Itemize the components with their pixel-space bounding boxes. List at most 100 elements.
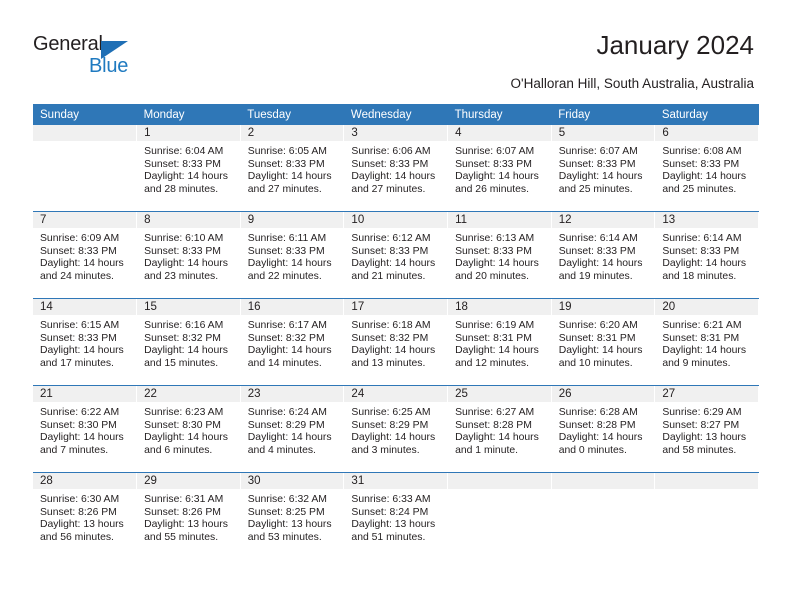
daylight-duration-line1: Daylight: 14 hours	[40, 258, 124, 270]
daylight-duration-line1: Daylight: 14 hours	[662, 258, 747, 270]
calendar-week-row: 14 Sunrise: 6:15 AM Sunset: 8:33 PM Dayligh…	[33, 298, 759, 386]
calendar-day-cell[interactable]: 2 Sunrise: 6:05 AM Sunset: 8:33 PM Daylight…	[240, 125, 345, 212]
weekday-header-friday: Friday	[551, 104, 655, 125]
daylight-duration-line2: and 56 minutes.	[40, 531, 114, 543]
day-number: 5	[551, 125, 655, 141]
daylight-duration-line1: Daylight: 14 hours	[558, 432, 643, 444]
daylight-duration-line2: and 20 minutes.	[455, 270, 529, 282]
calendar-day-cell[interactable]: 17 Sunrise: 6:18 AM Sunset: 8:32 PM Dayligh…	[343, 298, 449, 386]
calendar-week-row: 21 Sunrise: 6:22 AM Sunset: 8:30 PM Dayligh…	[33, 385, 759, 473]
sunrise-time: Sunrise: 6:28 AM	[558, 407, 638, 418]
calendar-day-cell[interactable]: 3 Sunrise: 6:06 AM Sunset: 8:33 PM Daylight…	[343, 125, 449, 212]
day-number: 27	[655, 386, 758, 402]
calendar-day-cell[interactable]: 31 Sunrise: 6:33 AM Sunset: 8:24 PM Dayligh…	[343, 472, 449, 559]
day-number: 31	[344, 473, 448, 489]
calendar-day-cell[interactable]: 13 Sunrise: 6:14 AM Sunset: 8:33 PM Dayligh…	[654, 211, 759, 299]
calendar-day-cell[interactable]: 22 Sunrise: 6:23 AM Sunset: 8:30 PM Dayligh…	[136, 385, 241, 473]
calendar-day-cell[interactable]: 9 Sunrise: 6:11 AM Sunset: 8:33 PM Daylight…	[240, 211, 345, 299]
day-number	[655, 473, 758, 489]
sunset-time: Sunset: 8:29 PM	[247, 419, 325, 431]
calendar-day-cell[interactable]: 15 Sunrise: 6:16 AM Sunset: 8:32 PM Dayligh…	[136, 298, 241, 386]
day-number	[33, 125, 137, 141]
day-sun-info: Sunrise: 6:14 AM Sunset: 8:33 PM Daylight:…	[552, 228, 655, 283]
weekday-header-sunday: Sunday	[33, 104, 137, 125]
sunrise-time: Sunrise: 6:31 AM	[144, 494, 224, 505]
daylight-duration-line1: Daylight: 14 hours	[40, 345, 124, 357]
general-blue-logo[interactable]: General Blue	[33, 33, 163, 79]
calendar-day-cell[interactable]: 18 Sunrise: 6:19 AM Sunset: 8:31 PM Dayligh…	[447, 298, 552, 386]
sunset-time: Sunset: 8:33 PM	[351, 245, 429, 257]
sunset-time: Sunset: 8:33 PM	[144, 158, 221, 170]
sunrise-time: Sunrise: 6:15 AM	[40, 320, 120, 331]
sunset-time: Sunset: 8:33 PM	[558, 158, 636, 170]
calendar-day-cell[interactable]: 6 Sunrise: 6:08 AM Sunset: 8:33 PM Daylight…	[654, 125, 759, 212]
calendar-day-cell[interactable]: 4 Sunrise: 6:07 AM Sunset: 8:33 PM Daylight…	[447, 125, 552, 212]
daylight-duration-line2: and 26 minutes.	[455, 183, 529, 195]
calendar-day-cell[interactable]: 11 Sunrise: 6:13 AM Sunset: 8:33 PM Dayligh…	[447, 211, 552, 299]
sunrise-time: Sunrise: 6:21 AM	[662, 320, 742, 331]
day-number: 29	[137, 473, 240, 489]
daylight-duration-line2: and 6 minutes.	[144, 444, 213, 456]
calendar-day-cell[interactable]: 7 Sunrise: 6:09 AM Sunset: 8:33 PM Daylight…	[33, 211, 138, 299]
calendar-day-cell[interactable]: 16 Sunrise: 6:17 AM Sunset: 8:32 PM Dayligh…	[240, 298, 345, 386]
sunrise-time: Sunrise: 6:33 AM	[351, 494, 431, 505]
daylight-duration-line2: and 25 minutes.	[662, 183, 737, 195]
calendar-day-cell-empty	[33, 125, 138, 212]
day-number: 13	[655, 212, 758, 228]
day-number: 3	[344, 125, 448, 141]
sunset-time: Sunset: 8:33 PM	[40, 245, 117, 257]
calendar-day-cell-empty	[447, 472, 552, 559]
day-sun-info: Sunrise: 6:23 AM Sunset: 8:30 PM Daylight:…	[137, 402, 240, 457]
day-sun-info: Sunrise: 6:12 AM Sunset: 8:33 PM Daylight:…	[344, 228, 447, 283]
calendar-day-cell[interactable]: 1 Sunrise: 6:04 AM Sunset: 8:33 PM Daylight…	[136, 125, 241, 212]
calendar-day-cell[interactable]: 25 Sunrise: 6:27 AM Sunset: 8:28 PM Dayligh…	[447, 385, 552, 473]
logo-text-general: General	[33, 33, 103, 55]
sunrise-time: Sunrise: 6:23 AM	[144, 407, 224, 418]
daylight-duration-line1: Daylight: 13 hours	[662, 432, 747, 444]
day-number: 10	[344, 212, 448, 228]
calendar-day-cell[interactable]: 8 Sunrise: 6:10 AM Sunset: 8:33 PM Daylight…	[136, 211, 241, 299]
calendar-day-cell[interactable]: 21 Sunrise: 6:22 AM Sunset: 8:30 PM Dayligh…	[33, 385, 138, 473]
daylight-duration-line2: and 10 minutes.	[558, 357, 633, 369]
calendar-day-cell[interactable]: 19 Sunrise: 6:20 AM Sunset: 8:31 PM Dayligh…	[551, 298, 656, 386]
calendar-day-cell[interactable]: 30 Sunrise: 6:32 AM Sunset: 8:25 PM Dayligh…	[240, 472, 345, 559]
day-number	[448, 473, 551, 489]
calendar-day-cell[interactable]: 14 Sunrise: 6:15 AM Sunset: 8:33 PM Dayligh…	[33, 298, 138, 386]
calendar-day-cell[interactable]: 27 Sunrise: 6:29 AM Sunset: 8:27 PM Dayligh…	[654, 385, 759, 473]
day-number: 15	[137, 299, 240, 315]
calendar-day-cell[interactable]: 23 Sunrise: 6:24 AM Sunset: 8:29 PM Dayligh…	[240, 385, 345, 473]
daylight-duration-line2: and 51 minutes.	[351, 531, 426, 543]
sunrise-time: Sunrise: 6:17 AM	[247, 320, 327, 331]
sunset-time: Sunset: 8:33 PM	[662, 158, 740, 170]
sunset-time: Sunset: 8:28 PM	[558, 419, 636, 431]
calendar-day-cell[interactable]: 28 Sunrise: 6:30 AM Sunset: 8:26 PM Dayligh…	[33, 472, 138, 559]
calendar-day-cell[interactable]: 24 Sunrise: 6:25 AM Sunset: 8:29 PM Dayligh…	[343, 385, 449, 473]
day-number: 22	[137, 386, 240, 402]
sunrise-time: Sunrise: 6:13 AM	[455, 233, 535, 244]
sunrise-time: Sunrise: 6:18 AM	[351, 320, 431, 331]
calendar-day-cell[interactable]: 5 Sunrise: 6:07 AM Sunset: 8:33 PM Daylight…	[551, 125, 656, 212]
daylight-duration-line1: Daylight: 14 hours	[247, 258, 332, 270]
sunset-time: Sunset: 8:28 PM	[455, 419, 532, 431]
calendar-day-cell[interactable]: 26 Sunrise: 6:28 AM Sunset: 8:28 PM Dayligh…	[551, 385, 656, 473]
calendar-day-cell[interactable]: 12 Sunrise: 6:14 AM Sunset: 8:33 PM Dayligh…	[551, 211, 656, 299]
daylight-duration-line2: and 28 minutes.	[144, 183, 219, 195]
calendar-week-row: 7 Sunrise: 6:09 AM Sunset: 8:33 PM Daylight…	[33, 211, 759, 299]
calendar-body: 1 Sunrise: 6:04 AM Sunset: 8:33 PM Daylight…	[33, 125, 759, 559]
sunset-time: Sunset: 8:33 PM	[662, 245, 740, 257]
calendar-day-cell[interactable]: 20 Sunrise: 6:21 AM Sunset: 8:31 PM Dayligh…	[654, 298, 759, 386]
sunset-time: Sunset: 8:31 PM	[558, 332, 636, 344]
daylight-duration-line2: and 4 minutes.	[247, 444, 316, 456]
daylight-duration-line1: Daylight: 14 hours	[144, 432, 228, 444]
sunrise-time: Sunrise: 6:08 AM	[662, 146, 742, 157]
calendar-day-cell-empty	[654, 472, 759, 559]
calendar-day-cell[interactable]: 10 Sunrise: 6:12 AM Sunset: 8:33 PM Dayligh…	[343, 211, 449, 299]
day-sun-info: Sunrise: 6:24 AM Sunset: 8:29 PM Daylight:…	[241, 402, 344, 457]
page-header: General Blue January 2024 O'Halloran Hil…	[0, 0, 792, 104]
page-subtitle: O'Halloran Hill, South Australia, Austra…	[510, 76, 754, 91]
calendar-day-cell[interactable]: 29 Sunrise: 6:31 AM Sunset: 8:26 PM Dayligh…	[136, 472, 241, 559]
daylight-duration-line2: and 7 minutes.	[40, 444, 109, 456]
day-sun-info: Sunrise: 6:11 AM Sunset: 8:33 PM Daylight:…	[241, 228, 344, 283]
day-sun-info: Sunrise: 6:32 AM Sunset: 8:25 PM Daylight:…	[241, 489, 344, 544]
sunset-time: Sunset: 8:33 PM	[247, 158, 325, 170]
